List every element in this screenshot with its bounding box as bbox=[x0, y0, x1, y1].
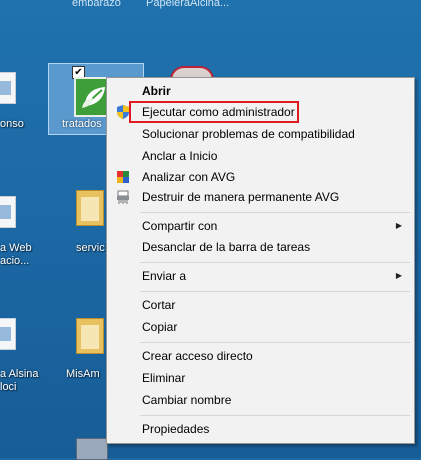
menu-separator bbox=[140, 262, 410, 263]
partial-icon bbox=[76, 438, 108, 460]
folder-icon[interactable] bbox=[76, 190, 104, 226]
highlight-annotation bbox=[129, 101, 299, 123]
menu-item-analizar-con-avg[interactable]: Analizar con AVG bbox=[107, 166, 414, 188]
menu-separator bbox=[140, 291, 410, 292]
menu-item-label: Cortar bbox=[142, 298, 176, 312]
desktop-icon-label[interactable]: servic bbox=[76, 242, 105, 255]
menu-separator bbox=[140, 212, 410, 213]
menu-item-label: Propiedades bbox=[142, 422, 210, 436]
menu-item-enviar-a[interactable]: Enviar a ▶ bbox=[107, 265, 414, 287]
folder-icon[interactable] bbox=[76, 318, 104, 354]
menu-item-anclar-a-inicio[interactable]: Anclar a Inicio bbox=[107, 145, 414, 167]
avg-icon bbox=[115, 169, 131, 185]
shredder-icon bbox=[115, 189, 131, 205]
desktop-icon-label[interactable]: acio... bbox=[0, 255, 29, 268]
menu-item-destruir-avg[interactable]: Destruir de manera permanente AVG bbox=[107, 186, 414, 208]
file-icon[interactable] bbox=[0, 72, 16, 104]
menu-item-label: Cambiar nombre bbox=[142, 393, 232, 407]
selected-icon-label[interactable]: tratados bbox=[62, 118, 102, 130]
desktop-icon-label[interactable]: MisAm bbox=[66, 368, 100, 381]
menu-item-label: Copiar bbox=[142, 320, 178, 334]
menu-item-label: Abrir bbox=[142, 84, 171, 98]
menu-item-label: Eliminar bbox=[142, 371, 186, 385]
desktop-icon-label[interactable]: onso bbox=[0, 118, 24, 131]
desktop-top-label: embarazo bbox=[72, 0, 121, 9]
menu-item-compartir-con[interactable]: Compartir con ▶ bbox=[107, 215, 414, 237]
desktop-icon-label[interactable]: loci bbox=[0, 381, 17, 394]
menu-item-crear-acceso-directo[interactable]: Crear acceso directo bbox=[107, 345, 414, 367]
menu-item-propiedades[interactable]: Propiedades bbox=[107, 418, 414, 440]
file-icon[interactable] bbox=[0, 318, 16, 350]
menu-separator bbox=[140, 415, 410, 416]
desktop-top-label: PapeleraAlcina... bbox=[146, 0, 230, 9]
desktop-icon-label[interactable]: a Web bbox=[0, 242, 32, 255]
menu-item-cortar[interactable]: Cortar bbox=[107, 294, 414, 316]
menu-item-eliminar[interactable]: Eliminar bbox=[107, 367, 414, 389]
menu-item-label: Desanclar de la barra de tareas bbox=[142, 240, 311, 254]
submenu-arrow-icon: ▶ bbox=[395, 221, 402, 230]
context-menu: Abrir Ejecutar como administrador Soluci… bbox=[106, 77, 415, 444]
menu-item-solucionar-problemas[interactable]: Solucionar problemas de compatibilidad bbox=[107, 123, 414, 145]
menu-item-cambiar-nombre[interactable]: Cambiar nombre bbox=[107, 389, 414, 411]
menu-item-copiar[interactable]: Copiar bbox=[107, 316, 414, 338]
menu-item-label: Anclar a Inicio bbox=[142, 149, 218, 163]
menu-separator bbox=[140, 342, 410, 343]
menu-item-desanclar[interactable]: Desanclar de la barra de tareas bbox=[107, 236, 414, 258]
menu-item-label: Compartir con bbox=[142, 219, 218, 233]
desktop: embarazo PapeleraAlcina... onso a Web ac… bbox=[0, 0, 421, 460]
menu-item-label: Analizar con AVG bbox=[142, 170, 236, 184]
menu-item-label: Crear acceso directo bbox=[142, 349, 253, 363]
menu-item-label: Destruir de manera permanente AVG bbox=[142, 190, 340, 204]
file-icon[interactable] bbox=[0, 196, 16, 228]
menu-item-label: Enviar a bbox=[142, 269, 187, 283]
menu-item-abrir[interactable]: Abrir bbox=[107, 80, 414, 102]
submenu-arrow-icon: ▶ bbox=[395, 271, 402, 280]
menu-item-label: Solucionar problemas de compatibilidad bbox=[142, 127, 355, 141]
desktop-icon-label[interactable]: a Alsina bbox=[0, 368, 39, 381]
